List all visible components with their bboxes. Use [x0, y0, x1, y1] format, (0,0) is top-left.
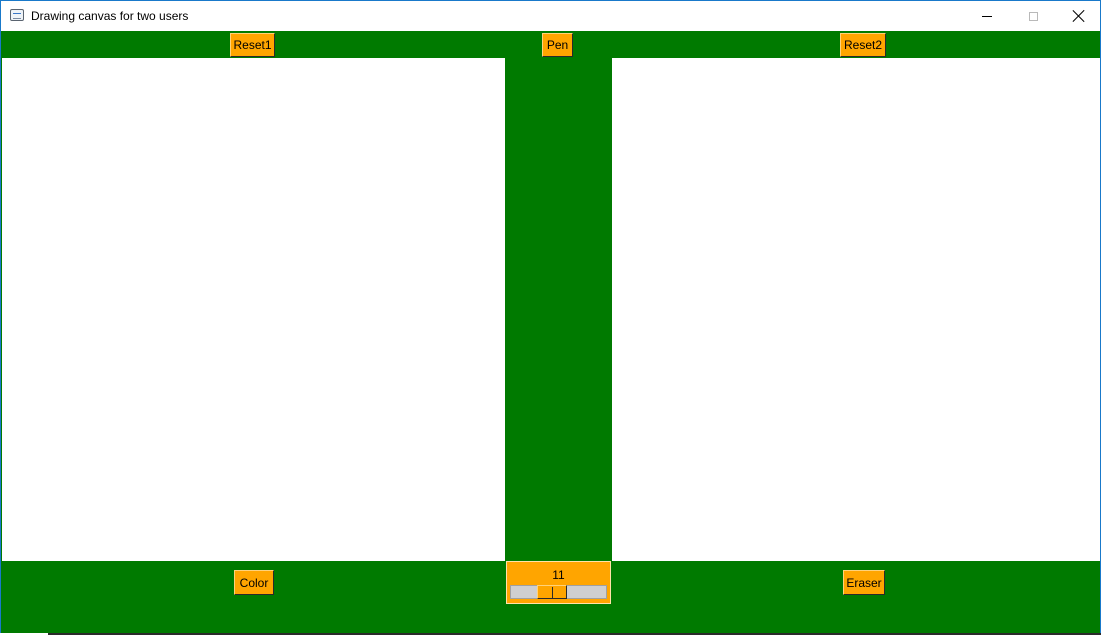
maximize-button[interactable]: [1010, 1, 1056, 31]
slider-trough[interactable]: [510, 585, 607, 599]
left-drawing-canvas[interactable]: [2, 58, 505, 561]
maximize-icon: [1028, 11, 1038, 21]
close-button[interactable]: [1056, 1, 1100, 31]
slider-value: 11: [552, 568, 565, 582]
app-window: Drawing canvas for two users Reset1 Pen …: [0, 0, 1101, 635]
title-bar[interactable]: Drawing canvas for two users: [1, 1, 1100, 31]
pen-button[interactable]: Pen: [542, 33, 573, 57]
reset1-button[interactable]: Reset1: [230, 33, 275, 57]
reset2-button[interactable]: Reset2: [840, 33, 886, 57]
app-window-icon: [10, 9, 24, 21]
slider-thumb[interactable]: [537, 585, 567, 599]
minimize-button[interactable]: [964, 1, 1010, 31]
pen-size-slider[interactable]: 11: [506, 561, 611, 604]
close-icon: [1073, 10, 1085, 22]
minimize-icon: [982, 15, 992, 17]
window-title: Drawing canvas for two users: [31, 9, 189, 23]
eraser-button[interactable]: Eraser: [843, 570, 885, 595]
right-drawing-canvas[interactable]: [612, 58, 1100, 561]
color-button[interactable]: Color: [234, 570, 274, 595]
